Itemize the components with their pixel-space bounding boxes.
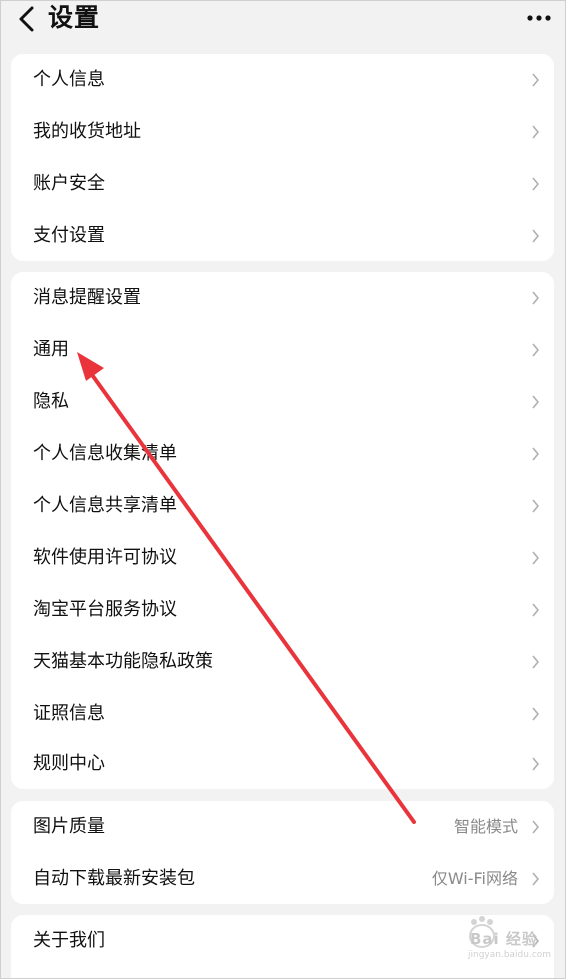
settings-item-label: 图片质量 [33, 816, 105, 837]
chevron-right-icon [532, 603, 540, 617]
chevron-right-icon [532, 872, 540, 886]
chevron-right-icon [532, 343, 540, 357]
chevron-right-icon [532, 177, 540, 191]
settings-item-account-security[interactable]: 账户安全 [11, 158, 554, 210]
more-horizontal-icon[interactable] [526, 8, 552, 28]
chevron-right-icon [532, 125, 540, 139]
settings-item-image-quality[interactable]: 图片质量 智能模式 [11, 801, 554, 853]
settings-item-label: 消息提醒设置 [33, 287, 141, 308]
header-bar: 设置 [0, 0, 566, 40]
settings-item-label: 自动下载最新安装包 [33, 868, 195, 889]
settings-item-info-sharing-list[interactable]: 个人信息共享清单 [11, 480, 554, 532]
settings-item-label: 我的收货地址 [33, 121, 141, 142]
settings-item-label: 个人信息收集清单 [33, 443, 177, 464]
settings-item-privacy-policy[interactable]: 天猫基本功能隐私政策 [11, 636, 554, 688]
chevron-left-icon[interactable] [14, 4, 40, 34]
settings-item-label: 支付设置 [33, 225, 105, 246]
settings-item-info-collection-list[interactable]: 个人信息收集清单 [11, 428, 554, 480]
chevron-right-icon [532, 757, 540, 771]
settings-item-personal-info[interactable]: 个人信息 [11, 54, 554, 106]
settings-item-licenses[interactable]: 证照信息 [11, 688, 554, 740]
chevron-right-icon [532, 229, 540, 243]
settings-item-notifications[interactable]: 消息提醒设置 [11, 272, 554, 324]
settings-item-label: 关于我们 [33, 930, 105, 951]
settings-item-label: 个人信息 [33, 69, 105, 90]
settings-item-software-license[interactable]: 软件使用许可协议 [11, 532, 554, 584]
settings-item-label: 隐私 [33, 391, 69, 412]
settings-group-general: 消息提醒设置 通用 隐私 个人信息收集清单 个人信息共享清单 软件使用许可协议 … [11, 272, 554, 789]
settings-item-value: 智能模式 [453, 817, 518, 836]
watermark-text: Bai 经验 [470, 930, 538, 948]
settings-item-label: 淘宝平台服务协议 [33, 599, 177, 620]
settings-item-value: 仅Wi-Fi网络 [431, 869, 518, 888]
settings-item-shipping-address[interactable]: 我的收货地址 [11, 106, 554, 158]
chevron-right-icon [532, 655, 540, 669]
settings-item-label: 规则中心 [33, 753, 105, 774]
chevron-right-icon [532, 395, 540, 409]
settings-item-label: 证照信息 [33, 703, 105, 724]
settings-item-privacy[interactable]: 隐私 [11, 376, 554, 428]
page-title: 设置 [48, 3, 101, 32]
settings-item-label: 软件使用许可协议 [33, 547, 177, 568]
chevron-right-icon [532, 551, 540, 565]
settings-item-label: 通用 [33, 339, 69, 360]
chevron-right-icon [532, 707, 540, 721]
settings-item-label: 账户安全 [33, 173, 105, 194]
settings-item-payment[interactable]: 支付设置 [11, 210, 554, 262]
settings-item-rules-center[interactable]: 规则中心 [11, 738, 554, 790]
chevron-right-icon [532, 447, 540, 461]
settings-item-auto-download[interactable]: 自动下载最新安装包 仅Wi-Fi网络 [11, 853, 554, 905]
settings-item-label: 天猫基本功能隐私政策 [33, 651, 213, 672]
settings-item-label: 个人信息共享清单 [33, 495, 177, 516]
settings-group-media: 图片质量 智能模式 自动下载最新安装包 仅Wi-Fi网络 [11, 801, 554, 904]
settings-group-account: 个人信息 我的收货地址 账户安全 支付设置 [11, 54, 554, 261]
chevron-right-icon [532, 291, 540, 305]
chevron-right-icon [532, 73, 540, 87]
chevron-right-icon [532, 499, 540, 513]
watermark-subtext: jingyan.baidu.com [468, 950, 552, 960]
chevron-right-icon [532, 820, 540, 834]
settings-item-general[interactable]: 通用 [11, 324, 554, 376]
settings-item-platform-agreement[interactable]: 淘宝平台服务协议 [11, 584, 554, 636]
